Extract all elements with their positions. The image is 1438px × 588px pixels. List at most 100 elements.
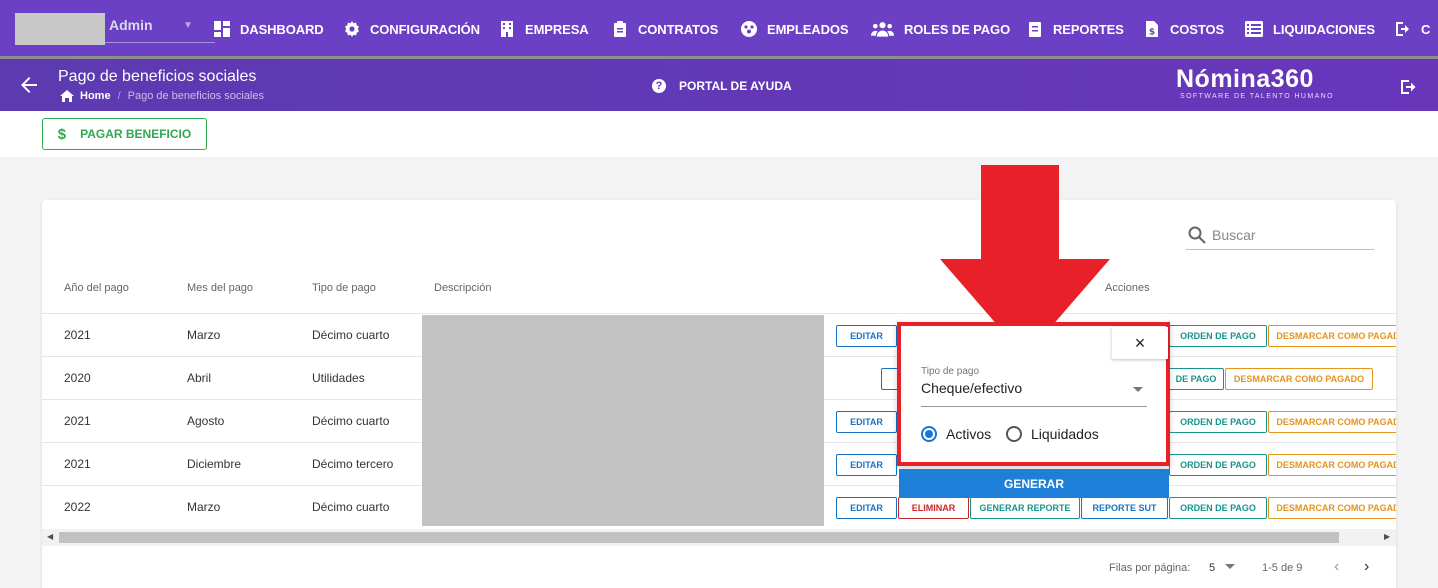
scroll-right-icon[interactable]: ▶ [1384,532,1390,541]
edit-label: EDITAR [850,503,883,513]
nav-empleados-label: EMPLEADOS [767,21,849,37]
user-name: Admin [109,17,153,33]
building-icon [501,21,513,37]
radio-selected-icon [921,426,937,442]
search-icon [1188,226,1206,244]
nav-cerrar-label: C [1421,21,1431,37]
payment-order-label: ORDEN DE PAGO [1180,331,1256,341]
payment-order-button[interactable]: ORDEN DE PAGO [1169,497,1267,519]
unmark-paid-button[interactable]: DESMARCAR COMO PAGAD [1268,325,1396,347]
unmark-paid-label: DESMARCAR COMO PAGAD [1276,503,1396,513]
cell-type: Décimo cuarto [312,500,390,514]
unmark-paid-label: DESMARCAR COMO PAGAD [1276,460,1396,470]
search-box[interactable] [1186,220,1374,250]
breadcrumb-separator: / [117,90,121,102]
scroll-left-icon[interactable]: ◀ [47,532,53,541]
prev-page-icon[interactable]: ‹ [1334,558,1339,576]
close-icon: × [1134,332,1146,353]
nav-cerrar[interactable]: C [1395,18,1430,40]
unmark-paid-button[interactable]: DESMARCAR COMO PAGADO [1225,368,1373,390]
cell-type: Décimo cuarto [312,328,390,342]
nav-configuracion[interactable]: CONFIGURACIÓN [344,18,480,40]
edit-button[interactable]: EDITAR [836,454,897,476]
avatar [15,13,105,45]
logout-icon[interactable] [1400,79,1418,95]
payment-order-button[interactable]: ORDEN DE PAGO [1169,454,1267,476]
delete-label: ELIMINAR [911,503,956,513]
payment-type-select[interactable]: Cheque/efectivo [921,380,1147,407]
nav-contratos[interactable]: CONTRATOS [612,18,718,40]
list-icon [1245,21,1263,37]
horizontal-scrollbar[interactable]: ◀ ▶ [42,529,1396,546]
col-header-description[interactable]: Descripción [434,282,491,294]
user-selector[interactable]: Admin ▼ [15,13,215,45]
payment-order-button[interactable]: ORDEN DE PAGO [1169,411,1267,433]
payment-order-label: ORDEN DE PAGO [1180,460,1256,470]
cell-type: Décimo tercero [312,457,394,471]
scrollbar-thumb[interactable] [59,532,1339,543]
employees-icon [741,21,757,37]
generate-report-label: GENERAR REPORTE [979,503,1071,513]
payment-order-label: ORDEN DE PAGO [1180,503,1256,513]
nav-roles-label: ROLES DE PAGO [904,21,1011,37]
cell-year: 2021 [64,414,91,428]
search-input[interactable] [1212,226,1362,243]
payment-order-label: DE PAGO [1175,374,1217,384]
dashboard-icon [214,21,230,37]
nav-reportes-label: REPORTES [1053,21,1124,37]
clipboard-icon [614,21,626,37]
cell-year: 2021 [64,328,91,342]
logout-icon [1396,22,1409,36]
nav-roles-de-pago[interactable]: ROLES DE PAGO [871,18,1010,40]
next-page-icon[interactable]: › [1364,558,1369,576]
home-icon[interactable] [60,90,74,102]
chevron-down-icon: ▼ [183,20,193,31]
nav-reportes[interactable]: REPORTES [1027,18,1124,40]
brand-tagline: SOFTWARE DE TALENTO HUMANO [1180,93,1334,100]
users-icon [871,22,894,37]
radio-activos-label: Activos [946,426,992,442]
cell-type: Décimo cuarto [312,414,390,428]
payment-order-button[interactable]: DE PAGO [1168,368,1224,390]
close-button[interactable]: × [1112,327,1168,359]
unmark-paid-button[interactable]: DESMARCAR COMO PAGAD [1268,454,1396,476]
sut-report-button[interactable]: REPORTE SUT [1081,497,1168,519]
col-header-year[interactable]: Año del pago [64,282,129,294]
radio-activos[interactable]: Activos [921,426,991,442]
nav-liquidaciones[interactable]: LIQUIDACIONES [1245,18,1375,40]
unmark-paid-label: DESMARCAR COMO PAGAD [1276,331,1396,341]
generate-report-button[interactable]: GENERAR REPORTE [970,497,1080,519]
chevron-down-icon[interactable] [1225,564,1235,569]
nav-empresa[interactable]: EMPRESA [499,18,589,40]
nav-empleados[interactable]: EMPLEADOS [741,18,849,40]
svg-text:$: $ [1149,28,1155,38]
col-header-type[interactable]: Tipo de pago [312,282,376,294]
back-arrow-icon[interactable] [20,76,38,94]
delete-button[interactable]: ELIMINAR [898,497,969,519]
edit-button[interactable]: EDITAR [836,497,897,519]
pay-benefit-button[interactable]: $ PAGAR BENEFICIO [42,118,207,150]
edit-button[interactable]: EDITAR [836,325,897,347]
radio-liquidados[interactable]: Liquidados [1006,426,1099,442]
cell-month: Abril [187,371,212,385]
col-header-month[interactable]: Mes del pago [187,282,253,294]
help-portal-link[interactable]: ? PORTAL DE AYUDA [652,79,792,93]
col-header-actions: Acciones [1105,282,1150,294]
generate-button[interactable]: GENERAR [899,469,1169,498]
edit-button[interactable]: EDITAR [836,411,897,433]
payment-type-value: Cheque/efectivo [921,380,1023,396]
nav-empresa-label: EMPRESA [525,21,589,37]
unmark-paid-label: DESMARCAR COMO PAGAD [1276,417,1396,427]
generate-label: GENERAR [1003,476,1064,491]
unmark-paid-button[interactable]: DESMARCAR COMO PAGAD [1268,411,1396,433]
unmark-paid-button[interactable]: DESMARCAR COMO PAGAD [1268,497,1396,519]
report-icon [1029,22,1041,37]
breadcrumb: Home / Pago de beneficios sociales [60,90,264,102]
payment-order-button[interactable]: ORDEN DE PAGO [1169,325,1267,347]
nav-dashboard[interactable]: DASHBOARD [214,18,324,40]
rows-per-page-select[interactable]: 5 [1209,562,1215,574]
breadcrumb-home[interactable]: Home [80,90,111,102]
nav-costos[interactable]: $ COSTOS [1144,18,1224,40]
benefits-table-card: Año del pago Mes del pago Tipo de pago D… [42,200,1396,588]
brand-logo: Nómina360 [1176,65,1314,93]
